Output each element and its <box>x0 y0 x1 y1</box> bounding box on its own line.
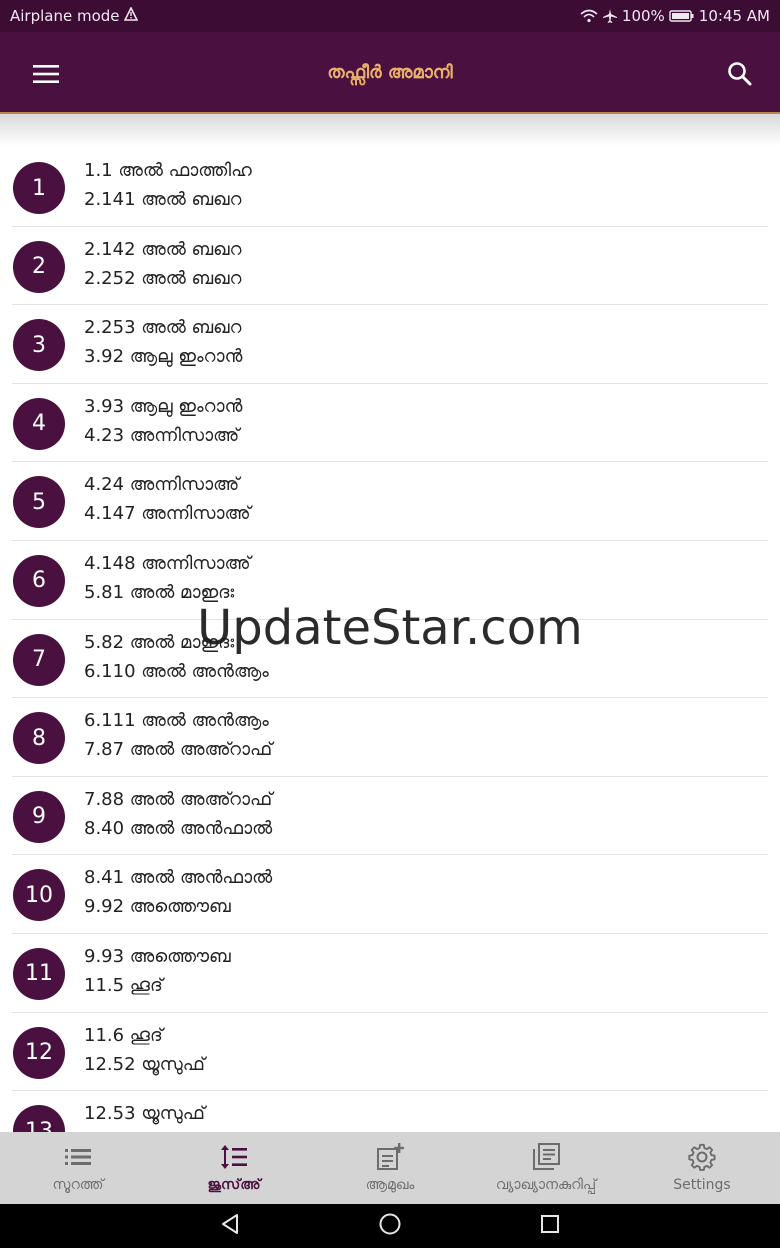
juz-end-label: 12.52 യൂസുഫ് <box>84 1053 205 1075</box>
list-item[interactable]: 1 1.1 അൽ ഫാത്തിഹ 2.141 അൽ ബഖറ <box>12 148 768 227</box>
juz-start-label: 1.1 അൽ ഫാത്തിഹ <box>84 160 252 181</box>
juz-number-badge: 6 <box>13 554 65 607</box>
list-item[interactable]: 10 8.41 അൽ അൻഫാൽ 9.92 അത്തൌബ <box>12 855 768 934</box>
status-left: Airplane mode <box>10 6 138 25</box>
list-item[interactable]: 3 2.253 അൽ ബഖറ 3.92 ആലു ഇംറാൻ <box>12 305 768 384</box>
list-item[interactable]: 11 9.93 അത്തൌബ 11.5 ഹൂദ് <box>12 934 768 1013</box>
juz-number-badge: 12 <box>13 1026 65 1079</box>
list-item[interactable]: 8 6.111 അൽ അൻആം 7.87 അൽ അഅ്റാഫ് <box>12 698 768 777</box>
juz-start-label: 9.93 അത്തൌബ <box>84 945 231 967</box>
search-button[interactable] <box>722 56 758 92</box>
nav-surah[interactable]: സൂറത്ത് <box>0 1132 156 1204</box>
nav-commentary-notes[interactable]: വ്യാഖ്യാനകുറിപ്പ് <box>468 1132 624 1204</box>
wifi-icon <box>580 9 598 23</box>
juz-number-badge: 13 <box>13 1105 65 1132</box>
juz-number-badge: 8 <box>13 712 65 765</box>
battery-icon <box>669 9 695 23</box>
nav-label: Settings <box>673 1177 731 1193</box>
status-bar: Airplane mode 100% 10:45 AM <box>0 0 780 32</box>
juz-end-label: 9.92 അത്തൌബ <box>84 896 231 918</box>
recents-icon[interactable] <box>539 1213 561 1239</box>
search-icon <box>728 62 752 86</box>
list-item[interactable]: 4 3.93 ആലു ഇംറാൻ 4.23 അന്നിസാഅ് <box>12 384 768 463</box>
warning-icon <box>123 6 138 25</box>
list-item[interactable]: 12 11.6 ഹൂദ് 12.52 യൂസുഫ് <box>12 1013 768 1092</box>
system-navigation-bar <box>0 1204 780 1248</box>
app-bar-shadow <box>0 114 780 146</box>
juz-end-label: 8.40 അൽ അൻഫാൽ <box>84 817 273 839</box>
sort-icon <box>220 1143 248 1171</box>
juz-start-label: 4.148 അന്നിസാഅ് <box>84 552 251 574</box>
juz-start-label: 4.24 അന്നിസാഅ് <box>84 474 240 496</box>
home-icon[interactable] <box>378 1212 402 1240</box>
juz-end-label: 4.147 അന്നിസാഅ് <box>84 503 251 525</box>
back-icon[interactable] <box>219 1213 241 1239</box>
juz-number-badge: 4 <box>13 397 65 450</box>
gear-icon <box>688 1143 716 1171</box>
juz-end-label: 3.92 ആലു ഇംറാൻ <box>84 346 243 368</box>
juz-end-label: 11.5 ഹൂദ് <box>84 974 163 996</box>
list-item[interactable]: 2 2.142 അൽ ബഖറ 2.252 അൽ ബഖറ <box>12 227 768 306</box>
juz-list[interactable]: 1 1.1 അൽ ഫാത്തിഹ 2.141 അൽ ബഖറ 2 2.142 അൽ ബഖറ… <box>0 148 780 1132</box>
juz-start-label: 5.82 അൽ മാഇദഃ <box>84 631 235 653</box>
library-icon <box>532 1143 560 1171</box>
juz-start-label: 7.88 അൽ അഅ്റാഫ് <box>84 788 273 810</box>
juz-start-label: 6.111 അൽ അൻആം <box>84 710 269 732</box>
juz-end-label: 2.141 അൽ ബഖറ <box>84 189 242 210</box>
list-item[interactable]: 6 4.148 അന്നിസാഅ് 5.81 അൽ മാഇദഃ <box>12 541 768 620</box>
juz-number-badge: 10 <box>13 869 65 922</box>
status-right: 100% 10:45 AM <box>580 7 770 25</box>
juz-end-label: 2.252 അൽ ബഖറ <box>84 267 242 289</box>
nav-label: സൂറത്ത് <box>52 1177 104 1193</box>
app-bar: തഫ്സീർ അമാനി <box>0 32 780 114</box>
list-icon <box>64 1143 92 1171</box>
juz-end-label: 5.81 അൽ മാഇദഃ <box>84 581 235 603</box>
list-item[interactable]: 5 4.24 അന്നിസാഅ് 4.147 അന്നിസാഅ് <box>12 462 768 541</box>
juz-number-badge: 2 <box>13 240 65 293</box>
hamburger-icon <box>33 65 59 83</box>
app-title: തഫ്സീർ അമാനി <box>327 61 453 83</box>
juz-end-label: 7.87 അൽ അഅ്റാഫ് <box>84 739 273 761</box>
juz-end-label: 6.110 അൽ അൻആം <box>84 660 269 682</box>
juz-start-label: 2.253 അൽ ബഖറ <box>84 317 242 339</box>
nav-settings[interactable]: Settings <box>624 1132 780 1204</box>
menu-button[interactable] <box>28 56 64 92</box>
list-item[interactable]: 7 5.82 അൽ മാഇദഃ 6.110 അൽ അൻആം <box>12 620 768 699</box>
juz-number-badge: 9 <box>13 790 65 843</box>
airplane-mode-label: Airplane mode <box>10 7 120 25</box>
juz-start-label: 11.6 ഹൂദ് <box>84 1024 163 1046</box>
list-item[interactable]: 13 12.53 യൂസുഫ് <box>12 1091 768 1132</box>
bottom-navigation: സൂറത്ത് ജുസ്അ് ആമുഖം വ്യാഖ്യാനകുറിപ്പ് S… <box>0 1132 780 1204</box>
juz-start-label: 8.41 അൽ അൻഫാൽ <box>84 867 273 889</box>
juz-end-label: 4.23 അന്നിസാഅ് <box>84 424 240 446</box>
note-add-icon <box>376 1143 404 1171</box>
nav-introduction[interactable]: ആമുഖം <box>312 1132 468 1204</box>
juz-number-badge: 1 <box>13 162 65 214</box>
nav-label: ആമുഖം <box>365 1177 415 1193</box>
juz-number-badge: 7 <box>13 633 65 686</box>
juz-number-badge: 3 <box>13 319 65 372</box>
juz-number-badge: 5 <box>13 476 65 529</box>
airplane-icon <box>602 8 618 24</box>
clock: 10:45 AM <box>698 7 770 25</box>
juz-start-label: 2.142 അൽ ബഖറ <box>84 238 242 260</box>
nav-juz[interactable]: ജുസ്അ് <box>156 1132 312 1204</box>
list-item[interactable]: 9 7.88 അൽ അഅ്റാഫ് 8.40 അൽ അൻഫാൽ <box>12 777 768 856</box>
nav-label: ജുസ്അ് <box>207 1177 261 1193</box>
battery-percent: 100% <box>621 7 665 25</box>
juz-start-label: 3.93 ആലു ഇംറാൻ <box>84 395 243 417</box>
juz-number-badge: 11 <box>13 947 65 1000</box>
juz-start-label: 12.53 യൂസുഫ് <box>84 1103 205 1125</box>
nav-label: വ്യാഖ്യാനകുറിപ്പ് <box>495 1177 597 1193</box>
